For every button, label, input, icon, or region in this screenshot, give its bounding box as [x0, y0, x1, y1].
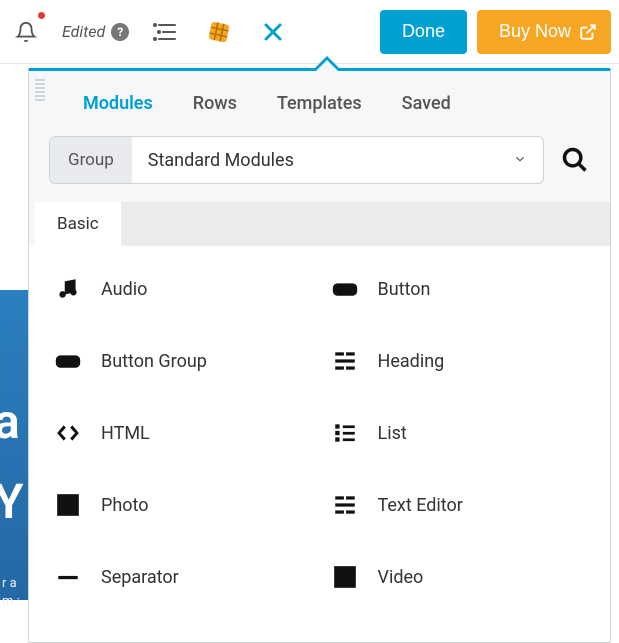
module-button[interactable]: Button — [330, 274, 587, 304]
bg-letter-2: Y — [0, 468, 24, 535]
drag-handle[interactable] — [35, 79, 45, 101]
chevron-down-icon — [497, 151, 543, 170]
subtabs: Basic — [35, 202, 610, 246]
list-icon — [330, 418, 360, 448]
search-button[interactable] — [558, 143, 592, 177]
tab-saved[interactable]: Saved — [402, 93, 451, 114]
tab-rows[interactable]: Rows — [193, 93, 237, 114]
modules-toggle-button[interactable] — [201, 14, 237, 50]
buy-now-button[interactable]: Buy Now — [477, 10, 611, 54]
module-html[interactable]: HTML — [53, 418, 310, 448]
module-grid: Audio Button Button Group Heading HTML List Ph… — [53, 274, 586, 592]
module-heading[interactable]: Heading — [330, 346, 587, 376]
notification-dot — [38, 12, 45, 19]
module-label: Button Group — [101, 351, 207, 372]
outline-button[interactable] — [147, 14, 183, 50]
separator-icon — [53, 562, 83, 592]
bg-letter-1: a — [0, 388, 20, 455]
content-panel: Modules Rows Templates Saved Group Stand… — [28, 68, 611, 643]
module-label: Separator — [101, 567, 179, 588]
buy-label: Buy Now — [499, 21, 571, 42]
help-icon: ? — [111, 23, 129, 41]
done-button[interactable]: Done — [380, 10, 467, 54]
bg-small-1: r a — [2, 576, 17, 591]
module-separator[interactable]: Separator — [53, 562, 310, 592]
tab-modules[interactable]: Modules — [83, 93, 153, 114]
subtab-basic[interactable]: Basic — [35, 202, 122, 246]
close-icon — [261, 20, 285, 44]
photo-icon — [53, 490, 83, 520]
bell-icon — [15, 21, 37, 43]
module-label: Photo — [101, 495, 149, 516]
close-panel-button[interactable] — [255, 14, 291, 50]
outline-icon — [153, 22, 177, 42]
module-text-editor[interactable]: Text Editor — [330, 490, 587, 520]
group-prefix: Group — [50, 137, 132, 183]
module-label: Button — [378, 279, 431, 300]
edited-label: Edited — [62, 22, 105, 41]
panel-body: Audio Button Button Group Heading HTML List Ph… — [29, 246, 610, 642]
module-label: Text Editor — [378, 495, 463, 516]
heading-icon — [330, 346, 360, 376]
search-icon — [561, 146, 589, 174]
group-value: Standard Modules — [132, 150, 497, 171]
button-icon — [330, 274, 360, 304]
panel-tabs: Modules Rows Templates Saved — [35, 71, 610, 136]
audio-icon — [53, 274, 83, 304]
panel-arrow-inner — [315, 60, 339, 72]
button-group-icon — [53, 346, 83, 376]
topbar: Edited ? Done Buy Now — [0, 0, 619, 64]
tab-templates[interactable]: Templates — [277, 93, 362, 114]
panel-header: Modules Rows Templates Saved Group Stand… — [29, 71, 610, 246]
module-photo[interactable]: Photo — [53, 490, 310, 520]
module-list[interactable]: List — [330, 418, 587, 448]
module-video[interactable]: Video — [330, 562, 587, 592]
topbar-left: Edited ? — [8, 14, 291, 50]
text-editor-icon — [330, 490, 360, 520]
module-label: Audio — [101, 279, 147, 300]
external-link-icon — [579, 23, 597, 41]
notifications-button[interactable] — [8, 14, 44, 50]
module-audio[interactable]: Audio — [53, 274, 310, 304]
module-label: Heading — [378, 351, 445, 372]
html-icon — [53, 418, 83, 448]
module-group-select[interactable]: Group Standard Modules — [49, 136, 544, 184]
edited-status[interactable]: Edited ? — [62, 22, 129, 41]
done-label: Done — [402, 21, 445, 42]
filter-row: Group Standard Modules — [35, 136, 610, 202]
module-label: List — [378, 423, 407, 444]
waffle-icon — [206, 19, 232, 45]
module-button-group[interactable]: Button Group — [53, 346, 310, 376]
module-label: Video — [378, 567, 424, 588]
topbar-right: Done Buy Now — [380, 10, 611, 54]
video-icon — [330, 562, 360, 592]
module-label: HTML — [101, 423, 150, 444]
bg-small-2: m : — [2, 594, 20, 609]
